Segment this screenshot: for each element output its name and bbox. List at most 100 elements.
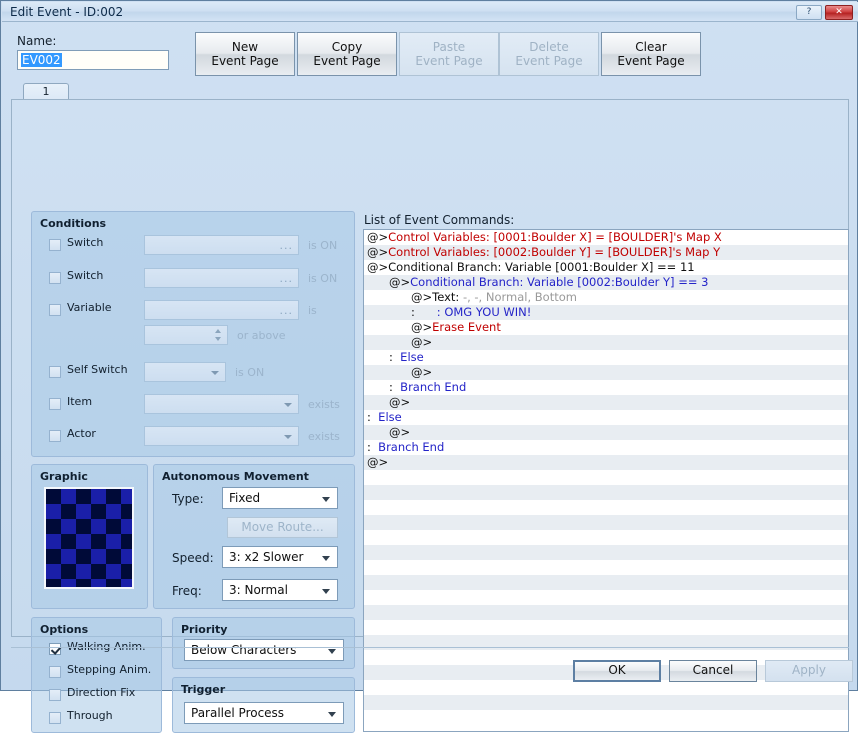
event-command-empty-row[interactable] — [364, 695, 848, 710]
event-command-empty-row[interactable] — [364, 515, 848, 530]
event-command-empty-row[interactable] — [364, 605, 848, 620]
event-command-empty-row[interactable] — [364, 680, 848, 695]
ok-button[interactable]: OK — [573, 660, 661, 682]
event-command-row[interactable]: @>Control Variables: [0001:Boulder X] = … — [364, 230, 848, 245]
event-commands-list[interactable]: @> Control Variables: [0001:Boulder X] = … — [363, 229, 849, 732]
delete-event-page-button: Delete Event Page — [499, 32, 599, 76]
condition-switch1-checkbox[interactable] — [49, 239, 61, 251]
option-stepping-anim-label: Stepping Anim. — [67, 663, 152, 676]
event-commands-label: List of Event Commands: — [364, 213, 515, 227]
event-command-row[interactable]: @> — [364, 335, 848, 350]
close-icon[interactable]: ✕ — [825, 5, 853, 20]
condition-self-switch-checkbox[interactable] — [49, 366, 61, 378]
spinner-down-icon — [215, 337, 221, 341]
option-stepping-anim-checkbox[interactable] — [49, 666, 61, 678]
move-freq-label: Freq: — [172, 584, 202, 598]
condition-switch2-suffix: is ON — [308, 272, 338, 285]
event-command-row[interactable]: @> — [364, 455, 848, 470]
condition-actor-combo — [144, 426, 299, 446]
event-command-empty-row[interactable] — [364, 470, 848, 485]
option-through-checkbox[interactable] — [49, 712, 61, 724]
new-event-page-button[interactable]: New Event Page — [195, 32, 295, 76]
condition-self-switch-suffix: is ON — [235, 366, 265, 379]
paste-event-page-button: Paste Event Page — [399, 32, 499, 76]
autonomous-movement-title: Autonomous Movement — [162, 470, 309, 483]
condition-item-label: Item — [67, 395, 93, 408]
condition-variable-value-spinner — [144, 325, 228, 345]
priority-combo[interactable]: Below Characters — [184, 639, 344, 661]
condition-variable-field: ... — [144, 300, 299, 320]
event-command-empty-row[interactable] — [364, 545, 848, 560]
event-command-empty-row[interactable] — [364, 500, 848, 515]
window-title: Edit Event - ID:002 — [10, 5, 124, 19]
event-command-row[interactable]: @>Text: -, -, Normal, Bottom — [364, 290, 848, 305]
browse-icon: ... — [279, 272, 293, 285]
event-command-empty-row[interactable] — [364, 575, 848, 590]
event-command-empty-row[interactable] — [364, 530, 848, 545]
trigger-combo[interactable]: Parallel Process — [184, 702, 344, 724]
event-command-empty-row[interactable] — [364, 710, 848, 725]
command-prefix: @> — [411, 320, 433, 334]
option-through-label: Through — [67, 709, 113, 722]
command-text: Branch End — [370, 440, 445, 454]
condition-item-checkbox[interactable] — [49, 398, 61, 410]
command-text: Control Variables: [0001:Boulder X] = [B… — [388, 230, 722, 244]
graphic-preview[interactable] — [44, 487, 134, 589]
condition-actor-label: Actor — [67, 427, 96, 440]
event-command-empty-row[interactable] — [364, 560, 848, 575]
graphic-title: Graphic — [40, 470, 88, 483]
conditions-group: Conditions Switch ... is ON Switch ... i… — [31, 211, 355, 457]
spinner-up-icon — [215, 329, 221, 333]
condition-variable-checkbox[interactable] — [49, 304, 61, 316]
move-speed-combo[interactable]: 3: x2 Slower — [222, 546, 338, 568]
trigger-group: Trigger Parallel Process — [172, 677, 355, 733]
event-command-row[interactable]: @> — [364, 365, 848, 380]
event-command-row[interactable]: @>Control Variables: [0002:Boulder Y] = … — [364, 245, 848, 260]
move-type-combo[interactable]: Fixed — [222, 487, 338, 509]
move-freq-combo[interactable]: 3: Normal — [222, 579, 338, 601]
event-command-row[interactable]: : Else — [364, 350, 848, 365]
condition-switch1-field: ... — [144, 235, 299, 255]
bottom-divider — [11, 647, 849, 648]
event-command-row[interactable]: @>Conditional Branch: Variable [0001:Bou… — [364, 260, 848, 275]
event-command-empty-row[interactable] — [364, 485, 848, 500]
command-text: Else — [370, 410, 402, 424]
title-bar[interactable]: Edit Event - ID:002 ? ✕ — [2, 2, 858, 22]
option-walking-anim-checkbox[interactable] — [49, 643, 61, 655]
event-command-row[interactable]: : Branch End — [364, 380, 848, 395]
event-page-panel: Conditions Switch ... is ON Switch ... i… — [11, 99, 849, 733]
command-suffix: -, -, Normal, Bottom — [462, 290, 577, 304]
autonomous-movement-group: Autonomous Movement Type: Fixed Move Rou… — [153, 464, 355, 609]
condition-actor-checkbox[interactable] — [49, 430, 61, 442]
condition-variable-label: Variable — [67, 301, 112, 314]
condition-self-switch-combo — [144, 362, 226, 382]
condition-switch2-checkbox[interactable] — [49, 272, 61, 284]
chevron-down-icon — [328, 712, 336, 717]
event-command-row[interactable]: : Branch End — [364, 440, 848, 455]
event-command-row[interactable]: @> — [364, 425, 848, 440]
command-text: Conditional Branch: Variable [0001:Bould… — [388, 260, 695, 274]
trigger-value: Parallel Process — [191, 706, 285, 720]
chevron-down-icon — [284, 435, 292, 439]
event-command-empty-row[interactable] — [364, 590, 848, 605]
event-command-row[interactable]: @>Conditional Branch: Variable [0002:Bou… — [364, 275, 848, 290]
event-command-row[interactable]: : : OMG YOU WIN! — [364, 305, 848, 320]
copy-event-page-button[interactable]: Copy Event Page — [297, 32, 397, 76]
help-icon[interactable]: ? — [796, 5, 822, 20]
clear-event-page-button[interactable]: Clear Event Page — [601, 32, 701, 76]
cancel-button[interactable]: Cancel — [669, 660, 757, 682]
command-prefix: @> — [367, 260, 389, 274]
command-prefix: @> — [389, 395, 411, 409]
event-command-empty-row[interactable] — [364, 620, 848, 635]
command-text: Text: — [432, 290, 463, 304]
event-command-row[interactable]: : Else — [364, 410, 848, 425]
move-freq-value: 3: Normal — [229, 583, 288, 597]
event-name-input[interactable]: EV002 — [17, 50, 169, 70]
event-command-row[interactable]: @> — [364, 395, 848, 410]
event-command-row[interactable]: @>Erase Event — [364, 320, 848, 335]
option-direction-fix-label: Direction Fix — [67, 686, 136, 699]
chevron-down-icon — [322, 556, 330, 561]
command-prefix: @> — [389, 275, 411, 289]
command-prefix: @> — [411, 290, 433, 304]
options-title: Options — [40, 623, 89, 636]
